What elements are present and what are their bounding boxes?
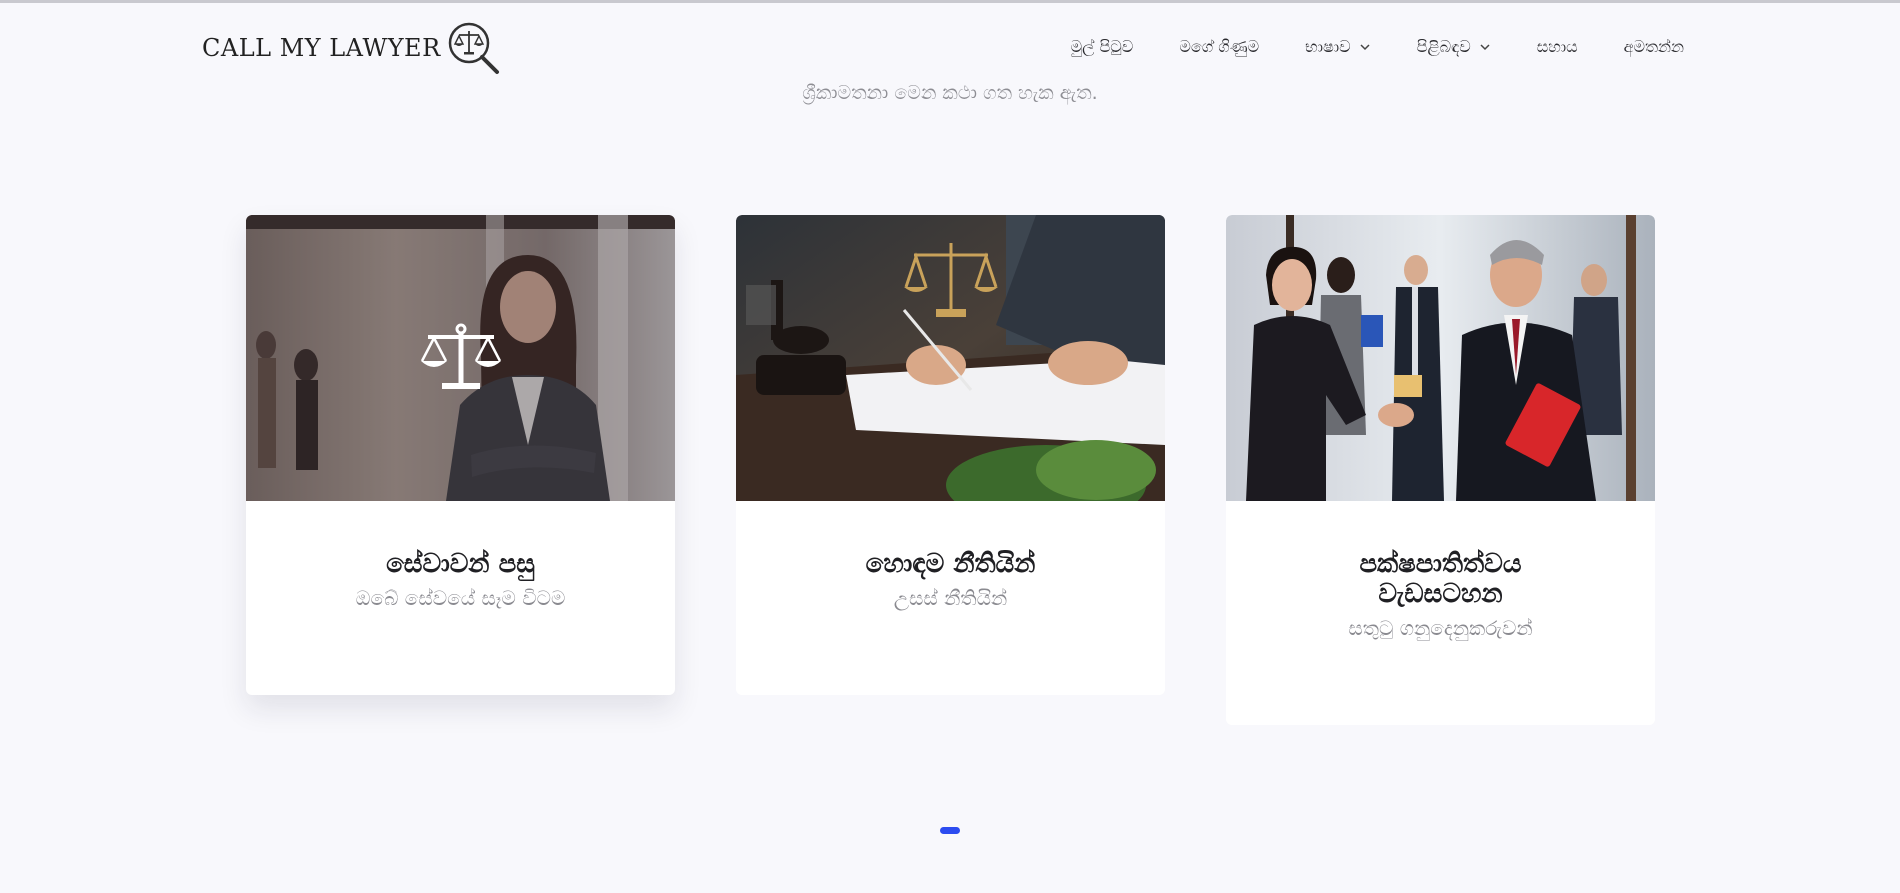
lawyers-handshake-photo [1226, 215, 1655, 501]
nav-my-account[interactable]: මගේ ගිණුම [1179, 37, 1259, 57]
scales-magnifier-icon [448, 22, 499, 74]
card-subtitle: ඔබේ සේවයේ සෑම විටම [355, 586, 566, 610]
lawyer-signing-documents-photo [736, 215, 1165, 501]
nav-language[interactable]: භාෂාව [1305, 37, 1370, 57]
site-header: CALL MY LAWYER මුල් පිටුව මගේ ගිණුම භාෂා… [0, 3, 1900, 91]
card-title: පක්ෂපාතිත්වය වැඩසටහන [1359, 549, 1522, 609]
nav-support[interactable]: සහාය [1537, 37, 1578, 57]
carousel-dot-active[interactable] [940, 827, 960, 834]
nav-label: මුල් පිටුව [1070, 37, 1134, 56]
nav-about[interactable]: පිළිබඳව [1417, 37, 1491, 57]
chevron-down-icon [1480, 44, 1490, 51]
feature-card[interactable]: සේවාවන් පසු ඔබේ සේවයේ සෑම විටම [246, 215, 675, 695]
main-nav: මුල් පිටුව මගේ ගිණුම භාෂාව පිළිබඳව සහාය … [1071, 37, 1684, 57]
nav-contact[interactable]: අමතන්න [1624, 37, 1684, 57]
intro-text-partial: ශ්‍රීකාමතනා මෙන කථා ගත හැක ඇත. [802, 82, 1098, 104]
card-title: හොඳම නීතියින් [865, 549, 1036, 579]
nav-label: පිළිබඳව [1416, 37, 1471, 56]
nav-label: භාෂාව [1305, 37, 1351, 56]
card-subtitle: සතුටු ගනුදෙනුකරුවන් [1348, 616, 1533, 640]
businesswoman-photo [246, 215, 675, 501]
carousel-pagination [940, 827, 960, 834]
logo-text: CALL MY LAWYER [202, 34, 441, 62]
feature-card[interactable]: හොඳම නීතියින් උසස් නීතියින් [736, 215, 1165, 695]
nav-label: සහාය [1536, 37, 1578, 56]
nav-label: අමතන්න [1623, 37, 1684, 56]
nav-home[interactable]: මුල් පිටුව [1071, 37, 1134, 57]
card-subtitle: උසස් නීතියින් [893, 586, 1008, 610]
card-title: සේවාවන් පසු [386, 549, 535, 579]
nav-label: මගේ ගිණුම [1179, 37, 1260, 56]
feature-card[interactable]: පක්ෂපාතිත්වය වැඩසටහන සතුටු ගනුදෙනුකරුවන් [1226, 215, 1655, 725]
logo[interactable]: CALL MY LAWYER [202, 19, 503, 77]
chevron-down-icon [1360, 44, 1370, 51]
